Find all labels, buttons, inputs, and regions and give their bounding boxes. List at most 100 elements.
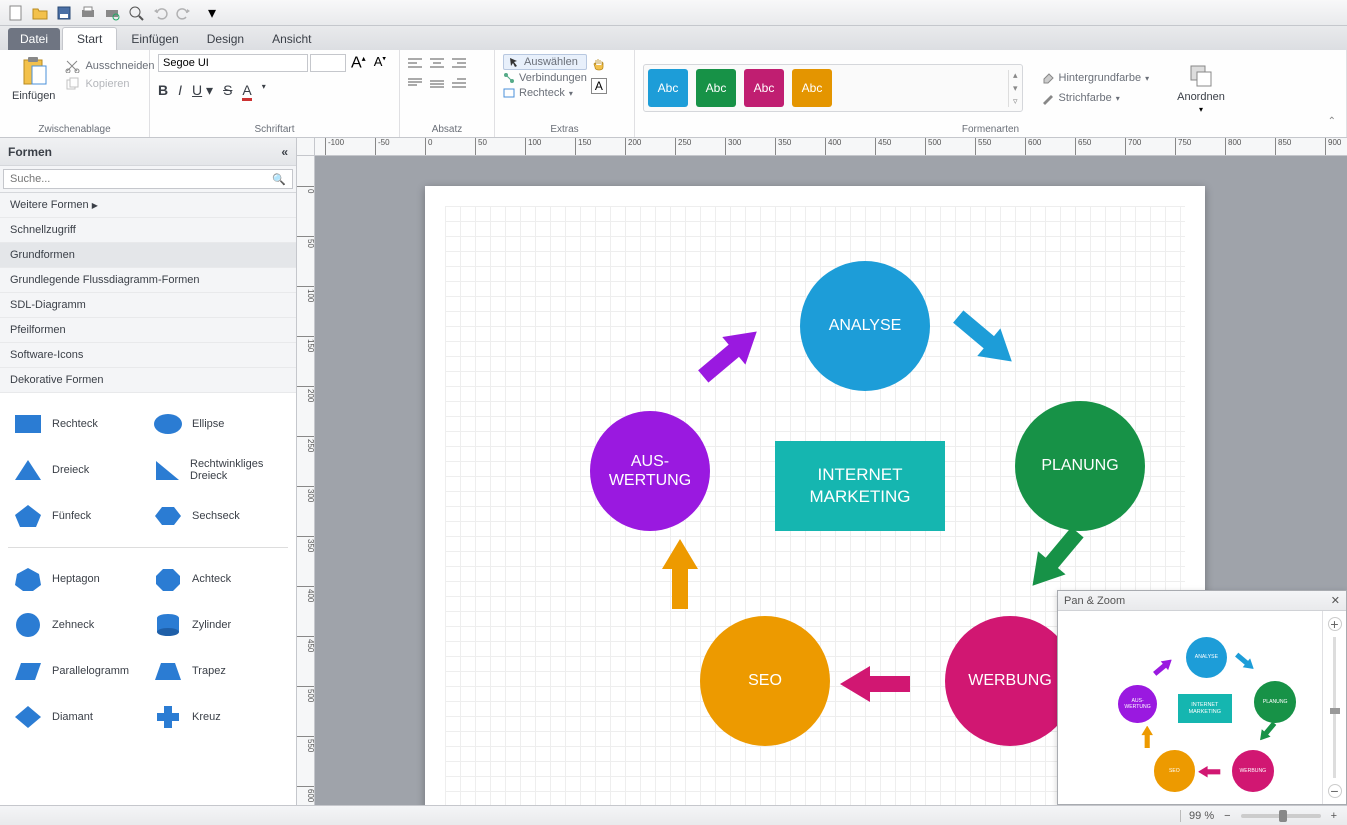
underline-icon[interactable]: U ▾	[192, 82, 213, 101]
diagram-arrow[interactable]	[1198, 766, 1220, 778]
align-top-icon[interactable]	[408, 78, 422, 90]
shape-item[interactable]: Sechseck	[148, 493, 288, 539]
diagram-node[interactable]: SEO	[700, 616, 830, 746]
copy-button[interactable]: Kopieren	[65, 76, 154, 92]
align-center-icon[interactable]	[430, 58, 444, 70]
zoom-out-status-icon[interactable]: −	[1224, 810, 1230, 822]
sidebar-category[interactable]: Grundlegende Flussdiagramm-Formen	[0, 268, 296, 293]
sidebar-category[interactable]: Dekorative Formen	[0, 368, 296, 393]
print-preview-icon[interactable]	[102, 3, 122, 23]
style-sample-3[interactable]: Abc	[744, 69, 784, 107]
diagram-arrow[interactable]	[662, 539, 698, 609]
diagram-arrow[interactable]	[1151, 655, 1176, 678]
arrange-button[interactable]: Anordnen ▾	[1173, 61, 1229, 116]
increase-font-icon[interactable]: A▴	[348, 54, 369, 72]
strike-icon[interactable]: S	[223, 82, 232, 101]
shape-item[interactable]: Fünfeck	[8, 493, 148, 539]
gallery-down-icon[interactable]: ▾	[1013, 83, 1018, 94]
pan-zoom-panel[interactable]: Pan & Zoom ✕ INTERNETMARKETINGANALYSEPLA…	[1057, 590, 1347, 805]
zoom-icon[interactable]	[126, 3, 146, 23]
undo-icon[interactable]	[150, 3, 170, 23]
sidebar-category[interactable]: Software-Icons	[0, 343, 296, 368]
tab-design[interactable]: Design	[193, 28, 258, 50]
gallery-more-icon[interactable]: ▿	[1013, 96, 1018, 107]
qat-dropdown-icon[interactable]: ▾	[202, 3, 222, 23]
shape-item[interactable]: Ellipse	[148, 401, 288, 447]
shape-item[interactable]: Achteck	[148, 556, 288, 602]
diagram-node[interactable]: PLANUNG	[1254, 681, 1296, 723]
shape-item[interactable]: Zylinder	[148, 602, 288, 648]
redo-icon[interactable]	[174, 3, 194, 23]
select-tool-button[interactable]: Auswählen	[503, 54, 587, 70]
rectangle-tool-button[interactable]: Rechteck▾	[503, 86, 587, 100]
diagram-node[interactable]: PLANUNG	[1015, 401, 1145, 531]
shape-item[interactable]: Heptagon	[8, 556, 148, 602]
cut-button[interactable]: Ausschneiden	[65, 58, 154, 74]
diagram-center[interactable]: INTERNETMARKETING	[775, 441, 945, 531]
text-tool-icon[interactable]: A	[591, 78, 607, 94]
diagram-arrow[interactable]	[840, 666, 910, 702]
zoom-slider-vertical[interactable]: + −	[1322, 611, 1346, 804]
close-icon[interactable]: ✕	[1331, 594, 1340, 607]
open-icon[interactable]	[30, 3, 50, 23]
stroke-color-button[interactable]: Strichfarbe▾	[1041, 90, 1150, 106]
sidebar-more-shapes[interactable]: Weitere Formen ▶	[0, 193, 296, 218]
style-gallery[interactable]: Abc Abc Abc Abc ▴ ▾ ▿	[643, 64, 1023, 112]
connections-button[interactable]: Verbindungen	[503, 71, 587, 85]
save-icon[interactable]	[54, 3, 74, 23]
zoom-in-icon[interactable]: +	[1328, 617, 1342, 631]
diagram-arrow[interactable]	[1233, 650, 1258, 673]
shape-item[interactable]: Dreieck	[8, 447, 148, 493]
decrease-font-icon[interactable]: A▾	[371, 54, 389, 72]
diagram-arrow[interactable]	[1256, 720, 1279, 745]
collapse-ribbon-icon[interactable]: ⌃	[1328, 116, 1336, 127]
diagram-node[interactable]: AUS-WERTUNG	[590, 411, 710, 531]
search-icon[interactable]: 🔍	[272, 173, 286, 186]
shape-item[interactable]: Parallelogramm	[8, 648, 148, 694]
paste-button[interactable]: Einfügen	[8, 54, 59, 104]
diagram-node[interactable]: WERBUNG	[945, 616, 1075, 746]
align-bottom-icon[interactable]	[452, 78, 466, 90]
pan-tool-icon[interactable]	[591, 56, 607, 72]
shape-item[interactable]: Rechteck	[8, 401, 148, 447]
shape-item[interactable]: Rechtwinkliges Dreieck	[148, 447, 288, 493]
diagram-arrow[interactable]	[1141, 726, 1153, 748]
gallery-up-icon[interactable]: ▴	[1013, 70, 1018, 81]
align-right-icon[interactable]	[452, 58, 466, 70]
sidebar-category[interactable]: SDL-Diagramm	[0, 293, 296, 318]
tab-insert[interactable]: Einfügen	[117, 28, 192, 50]
sidebar-category[interactable]: Pfeilformen	[0, 318, 296, 343]
shape-item[interactable]: Diamant	[8, 694, 148, 740]
sidebar-category[interactable]: Grundformen	[0, 243, 296, 268]
diagram-node[interactable]: SEO	[1154, 750, 1196, 792]
style-sample-1[interactable]: Abc	[648, 69, 688, 107]
background-color-button[interactable]: Hintergrundfarbe▾	[1041, 70, 1150, 86]
print-icon[interactable]	[78, 3, 98, 23]
align-middle-icon[interactable]	[430, 78, 444, 90]
zoom-out-icon[interactable]: −	[1328, 784, 1342, 798]
tab-view[interactable]: Ansicht	[258, 28, 325, 50]
italic-icon[interactable]: I	[178, 82, 182, 101]
new-icon[interactable]	[6, 3, 26, 23]
shape-item[interactable]: Trapez	[148, 648, 288, 694]
font-name-input[interactable]	[158, 54, 308, 72]
bold-icon[interactable]: B	[158, 82, 168, 101]
style-sample-4[interactable]: Abc	[792, 69, 832, 107]
diagram-node[interactable]: ANALYSE	[1186, 637, 1228, 679]
align-left-icon[interactable]	[408, 58, 422, 70]
zoom-in-status-icon[interactable]: +	[1331, 810, 1337, 822]
diagram-node[interactable]: ANALYSE	[800, 261, 930, 391]
shapes-search-input[interactable]	[3, 169, 293, 189]
style-sample-2[interactable]: Abc	[696, 69, 736, 107]
diagram-center[interactable]: INTERNETMARKETING	[1178, 694, 1232, 723]
diagram-node[interactable]: WERBUNG	[1232, 750, 1274, 792]
file-tab[interactable]: Datei	[8, 28, 60, 50]
font-color-icon[interactable]: A	[242, 82, 251, 101]
font-size-input[interactable]	[310, 54, 346, 72]
tab-start[interactable]: Start	[62, 27, 117, 50]
collapse-sidebar-icon[interactable]: «	[281, 145, 288, 159]
sidebar-category[interactable]: Schnellzugriff	[0, 218, 296, 243]
shape-item[interactable]: Kreuz	[148, 694, 288, 740]
zoom-slider[interactable]	[1241, 814, 1321, 818]
pan-zoom-thumbnail[interactable]: INTERNETMARKETING ANALYSE PLANUNG WERBUNG SE…	[1064, 617, 1316, 798]
